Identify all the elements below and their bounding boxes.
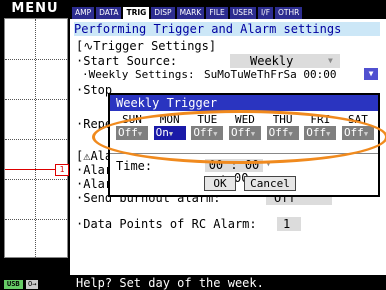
channel-label: 1 <box>11 267 17 277</box>
cancel-button[interactable]: Cancel <box>244 176 296 191</box>
chevron-down-icon: ▼ <box>328 56 333 65</box>
start-source-select[interactable]: Weekly ▼ <box>230 54 340 68</box>
chevron-down-icon: ▼ <box>326 130 331 138</box>
day-select-thu[interactable]: Off▼ <box>266 126 299 140</box>
chevron-down-icon: ▼ <box>213 130 218 138</box>
day-name-mon: MON <box>159 113 180 126</box>
time-input[interactable]: 00 : 00 : 00 <box>205 159 263 185</box>
page-title: Performing Trigger and Alarm settings <box>74 22 380 36</box>
ok-button[interactable]: OK <box>204 176 236 191</box>
tab-if[interactable]: I/F <box>257 7 274 19</box>
trigger-settings-header: [∿Trigger Settings] <box>76 39 217 53</box>
tab-data[interactable]: DATA <box>96 7 122 19</box>
tab-mark[interactable]: MARK <box>176 7 205 19</box>
menu-title[interactable]: MENU <box>0 0 70 17</box>
day-value-sat: Off <box>343 126 364 139</box>
grid-line <box>35 19 36 257</box>
day-value-wed: Off <box>230 126 251 139</box>
start-source-value: Weekly <box>250 54 294 68</box>
day-select-mon[interactable]: On▼ <box>153 126 186 140</box>
alarm-label: ·Alar <box>76 163 113 177</box>
weekly-trigger-dialog: Weekly Trigger SUN MON TUE WED THU FRI S… <box>108 93 380 197</box>
stop-label: ·Stop <box>76 83 113 97</box>
alarm-settings-header: [⚠Ala <box>76 149 113 163</box>
trigger-level-line <box>5 169 55 170</box>
chevron-down-icon: ▼ <box>266 159 271 168</box>
output-badge: O→ <box>26 280 39 289</box>
help-bar: Help? Set day of the week. <box>70 276 386 290</box>
tab-file[interactable]: FILE <box>206 7 228 19</box>
grid-line <box>5 219 67 220</box>
rc-alarm-points-select[interactable]: 1 <box>277 217 301 231</box>
weekly-settings-button[interactable]: ▼ <box>364 68 378 80</box>
day-select-sat[interactable]: Off▼ <box>341 126 374 140</box>
divider <box>110 153 378 154</box>
day-select-sun[interactable]: Off▼ <box>116 126 148 140</box>
weekly-settings-value: SuMoTuWeThFrSa 00:00 <box>204 68 337 81</box>
day-select-tue[interactable]: Off▼ <box>191 126 224 140</box>
rc-alarm-points-value: 1 <box>283 217 291 231</box>
grid-line <box>5 179 67 180</box>
tab-trig[interactable]: TRIG <box>123 7 150 19</box>
repeat-label: ·Repe <box>76 117 113 131</box>
day-select-wed[interactable]: Off▼ <box>228 126 261 140</box>
mini-waveform-chart: 1 1 <box>4 18 69 277</box>
rc-alarm-points-label: ·Data Points of RC Alarm: <box>76 217 257 231</box>
day-value-sun: Off <box>118 126 138 139</box>
grid-line <box>5 139 67 140</box>
chevron-down-icon: ▼ <box>250 130 256 138</box>
day-name-fri: FRI <box>310 113 331 126</box>
day-name-sat: SAT <box>348 113 368 126</box>
chevron-down-icon: ▼ <box>168 130 174 138</box>
grid-line <box>5 99 67 100</box>
chevron-down-icon: ▼ <box>363 130 369 138</box>
day-value-fri: Off <box>306 126 327 139</box>
day-value-tue: Off <box>193 126 214 139</box>
usb-badge: USB <box>4 280 23 289</box>
tab-disp[interactable]: DISP <box>151 7 175 19</box>
time-label: Time: <box>116 159 153 173</box>
day-name-sun: SUN <box>122 113 142 126</box>
dialog-title: Weekly Trigger <box>110 95 378 111</box>
tab-amp[interactable]: AMP <box>72 7 95 19</box>
day-value-thu: Off <box>268 126 289 139</box>
tab-bar: AMP DATA TRIG DISP MARK FILE USER I/F OT… <box>72 7 304 19</box>
left-panel: MENU 1 1 USB O→ <box>0 0 70 290</box>
day-name-thu: THU <box>272 113 293 126</box>
chevron-down-icon: ▼ <box>288 130 293 138</box>
day-values-row: Off▼ On▼ Off▼ Off▼ Off▼ Off▼ Off▼ <box>116 126 374 140</box>
chevron-down-icon: ▼ <box>137 130 143 138</box>
tab-user[interactable]: USER <box>229 7 256 19</box>
weekly-settings-label: ·Weekly Settings: <box>82 68 195 81</box>
day-select-fri[interactable]: Off▼ <box>304 126 337 140</box>
channel-marker: 1 <box>55 164 69 176</box>
day-name-tue: TUE <box>197 113 218 126</box>
grid-line <box>5 59 67 60</box>
day-names-row: SUN MON TUE WED THU FRI SAT <box>116 113 374 126</box>
day-value-mon: On <box>155 126 169 139</box>
start-source-label: ·Start Source: <box>76 54 178 68</box>
day-name-wed: WED <box>235 113 255 126</box>
tab-othr[interactable]: OTHR <box>275 7 303 19</box>
